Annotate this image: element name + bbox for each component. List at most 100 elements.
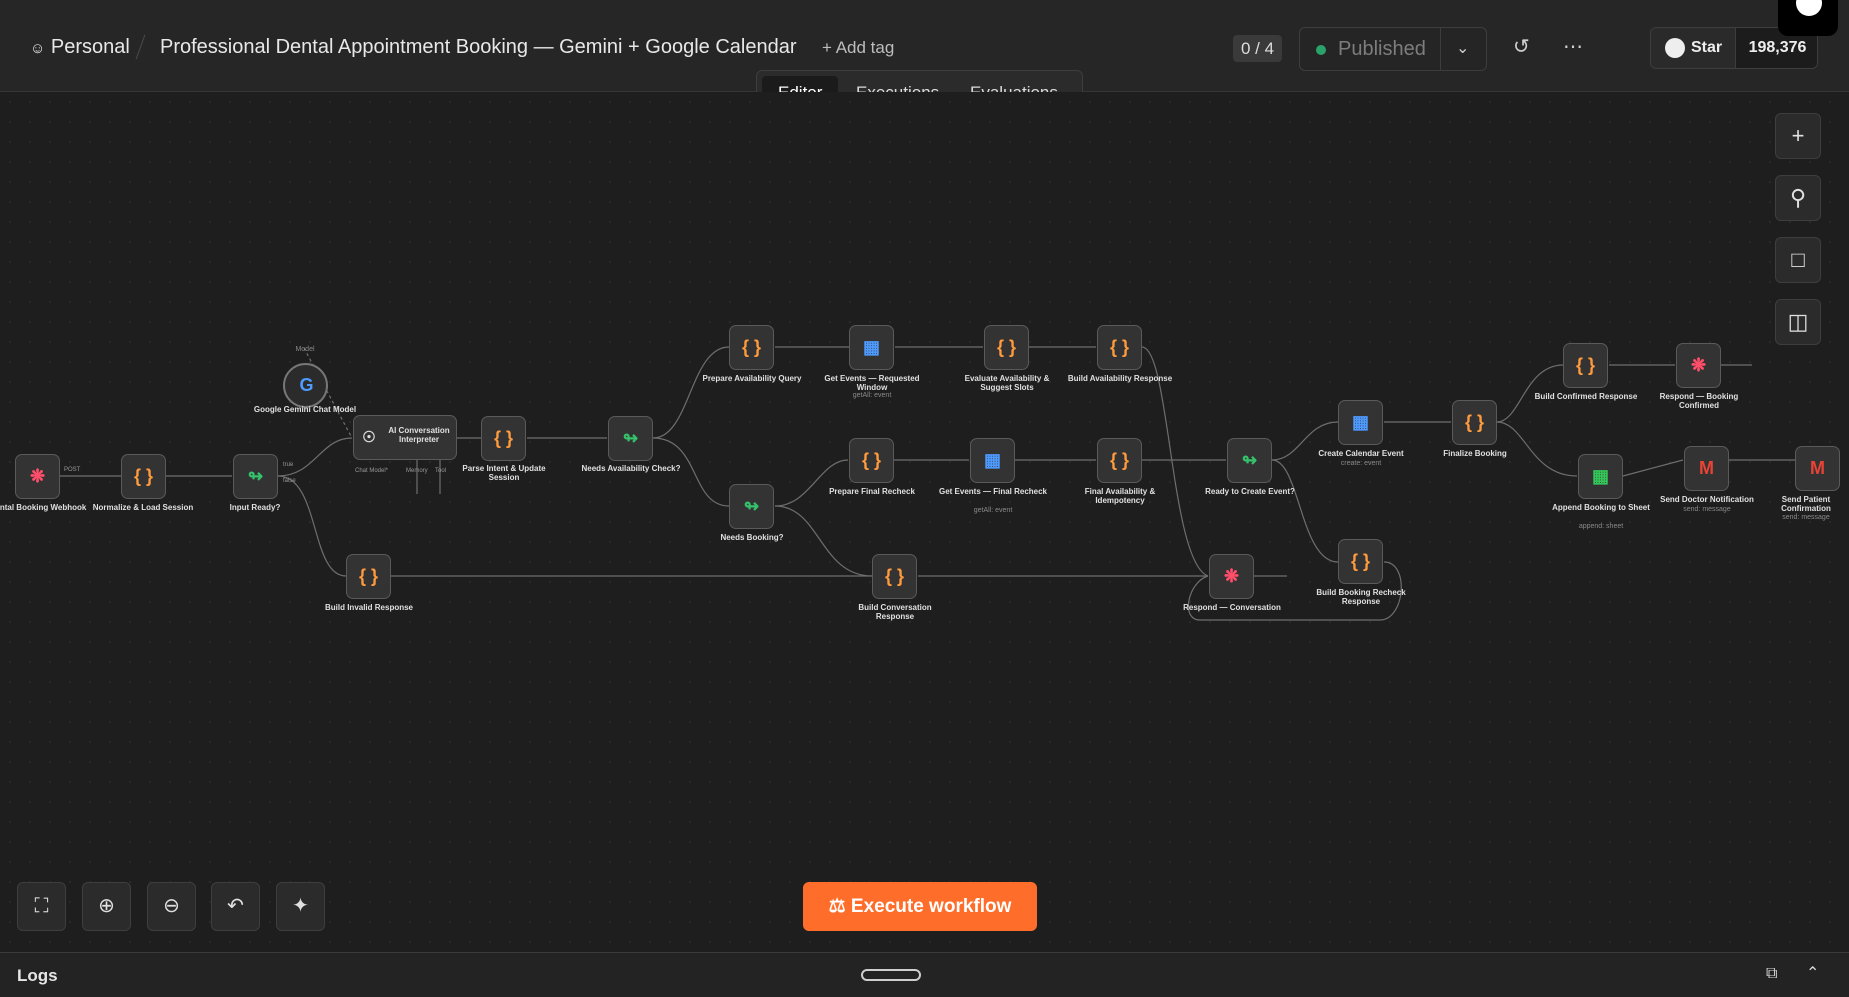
code-braces-icon: { } [1575, 355, 1595, 375]
code-node-parse[interactable]: { } [481, 416, 526, 461]
port-label: Model [295, 346, 315, 353]
node-label: Append Booking to Sheet [1552, 503, 1650, 512]
gmail-node-patient[interactable]: M [1795, 446, 1840, 491]
sheet-icon: ▦ [1591, 466, 1609, 486]
undo-icon[interactable]: ↶ [211, 882, 260, 931]
history-icon[interactable]: ↺ [1513, 34, 1530, 59]
code-braces-icon: { } [358, 566, 378, 586]
branch-icon: ↬ [622, 428, 639, 448]
node-label: Ready to Create Event? [1205, 487, 1295, 496]
gmail-icon: M [1810, 458, 1825, 478]
code-braces-icon: { } [493, 428, 513, 448]
node-subtitle: getAll: event [973, 507, 1013, 514]
node-label: Needs Booking? [720, 533, 784, 542]
calendar-node-create-event[interactable]: ▦ [1338, 400, 1383, 445]
code-node-build-invalid[interactable]: { } [346, 554, 391, 599]
status-dot [1316, 45, 1326, 55]
ai-agent-node[interactable]: ☉ AI Conversation Interpreter [353, 415, 457, 460]
code-node-build-recheck[interactable]: { } [1338, 539, 1383, 584]
publish-control[interactable]: Published ⌄ [1299, 27, 1487, 71]
branch-icon: ↬ [247, 466, 264, 486]
wire [774, 459, 849, 507]
chevron-up-icon[interactable]: ⌃ [1806, 963, 1819, 983]
node-label: Prepare Final Recheck [829, 487, 915, 496]
code-node-build-conversation[interactable]: { } [872, 554, 917, 599]
node-label: Send Doctor Notification [1660, 495, 1754, 504]
logs-panel: Logs ⧉ ⌃ [0, 952, 1849, 997]
fit-view-icon[interactable]: ⛶ [17, 882, 66, 931]
calendar-icon: ▦ [862, 337, 880, 357]
logs-title[interactable]: Logs [17, 966, 58, 986]
webhook-icon: ❋ [29, 466, 46, 486]
node-subtitle: send: message [1683, 506, 1731, 513]
node-label: Build Invalid Response [324, 603, 413, 612]
code-node-evaluate[interactable]: { } [984, 325, 1029, 370]
if-node-needs-availability[interactable]: ↬ [608, 416, 653, 461]
panel-toggle-icon[interactable]: ◫ [1775, 299, 1821, 345]
if-node-input-ready[interactable]: ↬ [233, 454, 278, 499]
code-node-prepare-availability[interactable]: { } [729, 325, 774, 370]
popout-icon[interactable]: ⧉ [1766, 965, 1777, 983]
wire [277, 437, 353, 477]
workflow-canvas[interactable]: ❋ POST Dental Booking Webhook { } Normal… [0, 92, 1849, 952]
code-braces-icon: { } [1109, 450, 1129, 470]
port-label: Chat Model* [355, 468, 389, 474]
sticky-note-icon[interactable]: □ [1775, 237, 1821, 283]
code-braces-icon: { } [1109, 337, 1129, 357]
user-icon: ☺ [30, 40, 46, 57]
calendar-node-final-recheck[interactable]: ▦ [970, 438, 1015, 483]
more-options-icon[interactable]: ⋯ [1563, 34, 1583, 59]
execute-workflow-button[interactable]: ⚖ Execute workflow [803, 882, 1037, 931]
node-label: Normalize & Load Session [92, 503, 194, 512]
chevron-down-icon[interactable]: ⌄ [1456, 38, 1469, 58]
code-node-final-availability[interactable]: { } [1097, 438, 1142, 483]
port-label: Tool [435, 468, 447, 474]
project-breadcrumb[interactable]: ☺ Personal [30, 36, 130, 59]
corner-icon [1796, 0, 1822, 16]
branch-icon: ↬ [743, 496, 760, 516]
github-star-label[interactable]: Star [1651, 28, 1735, 68]
project-name[interactable]: Personal [51, 36, 130, 58]
node-label: Input Ready? [229, 503, 281, 512]
sheets-node-append[interactable]: ▦ [1578, 454, 1623, 499]
respond-node-booking-confirmed[interactable]: ❋ [1676, 343, 1721, 388]
add-node-button[interactable]: + [1775, 113, 1821, 159]
if-node-ready-to-create[interactable]: ↬ [1227, 438, 1272, 483]
node-label: Create Calendar Event [1318, 449, 1404, 458]
zoom-out-icon[interactable]: ⊖ [147, 882, 196, 931]
code-braces-icon: { } [1464, 412, 1484, 432]
zoom-in-icon[interactable]: ⊕ [82, 882, 131, 931]
node-label: Evaluate Availability & Suggest Slots [964, 374, 1050, 392]
tidy-up-icon[interactable]: ✦ [276, 882, 325, 931]
branch-icon: ↬ [1241, 450, 1258, 470]
webhook-node[interactable]: ❋ [15, 454, 60, 499]
search-icon[interactable]: ⚲ [1775, 175, 1821, 221]
code-braces-icon: { } [861, 450, 881, 470]
code-node-normalize[interactable]: { } [121, 454, 166, 499]
port-label: true [283, 462, 294, 468]
calendar-node-get-events[interactable]: ▦ [849, 325, 894, 370]
code-node-build-availability[interactable]: { } [1097, 325, 1142, 370]
flask-icon: ⚖ [828, 896, 846, 917]
if-node-needs-booking[interactable]: ↬ [729, 484, 774, 529]
resize-handle[interactable] [861, 969, 921, 981]
node-label: Build Conversation Response [858, 603, 932, 621]
publish-status[interactable]: Published [1338, 38, 1426, 61]
workflow-title[interactable]: Professional Dental Appointment Booking … [160, 36, 796, 59]
execute-workflow-label[interactable]: Execute workflow [851, 896, 1012, 917]
code-node-finalize[interactable]: { } [1452, 400, 1497, 445]
node-label: Finalize Booking [1443, 449, 1507, 458]
code-node-build-confirmed[interactable]: { } [1563, 343, 1608, 388]
corner-badge [1778, 0, 1838, 36]
node-label: Send Patient Confirmation [1781, 495, 1831, 513]
gmail-node-doctor[interactable]: M [1684, 446, 1729, 491]
node-label: Dental Booking Webhook [0, 503, 87, 512]
node-label: Respond — Conversation [1183, 603, 1281, 612]
gemini-model-node[interactable]: G [283, 363, 328, 408]
code-node-prepare-final[interactable]: { } [849, 438, 894, 483]
node-subtitle: append: sheet [1578, 523, 1624, 530]
breadcrumb-separator [135, 34, 146, 60]
code-braces-icon: { } [1350, 551, 1370, 571]
respond-node-conversation[interactable]: ❋ [1209, 554, 1254, 599]
add-tag-button[interactable]: + Add tag [822, 38, 894, 58]
